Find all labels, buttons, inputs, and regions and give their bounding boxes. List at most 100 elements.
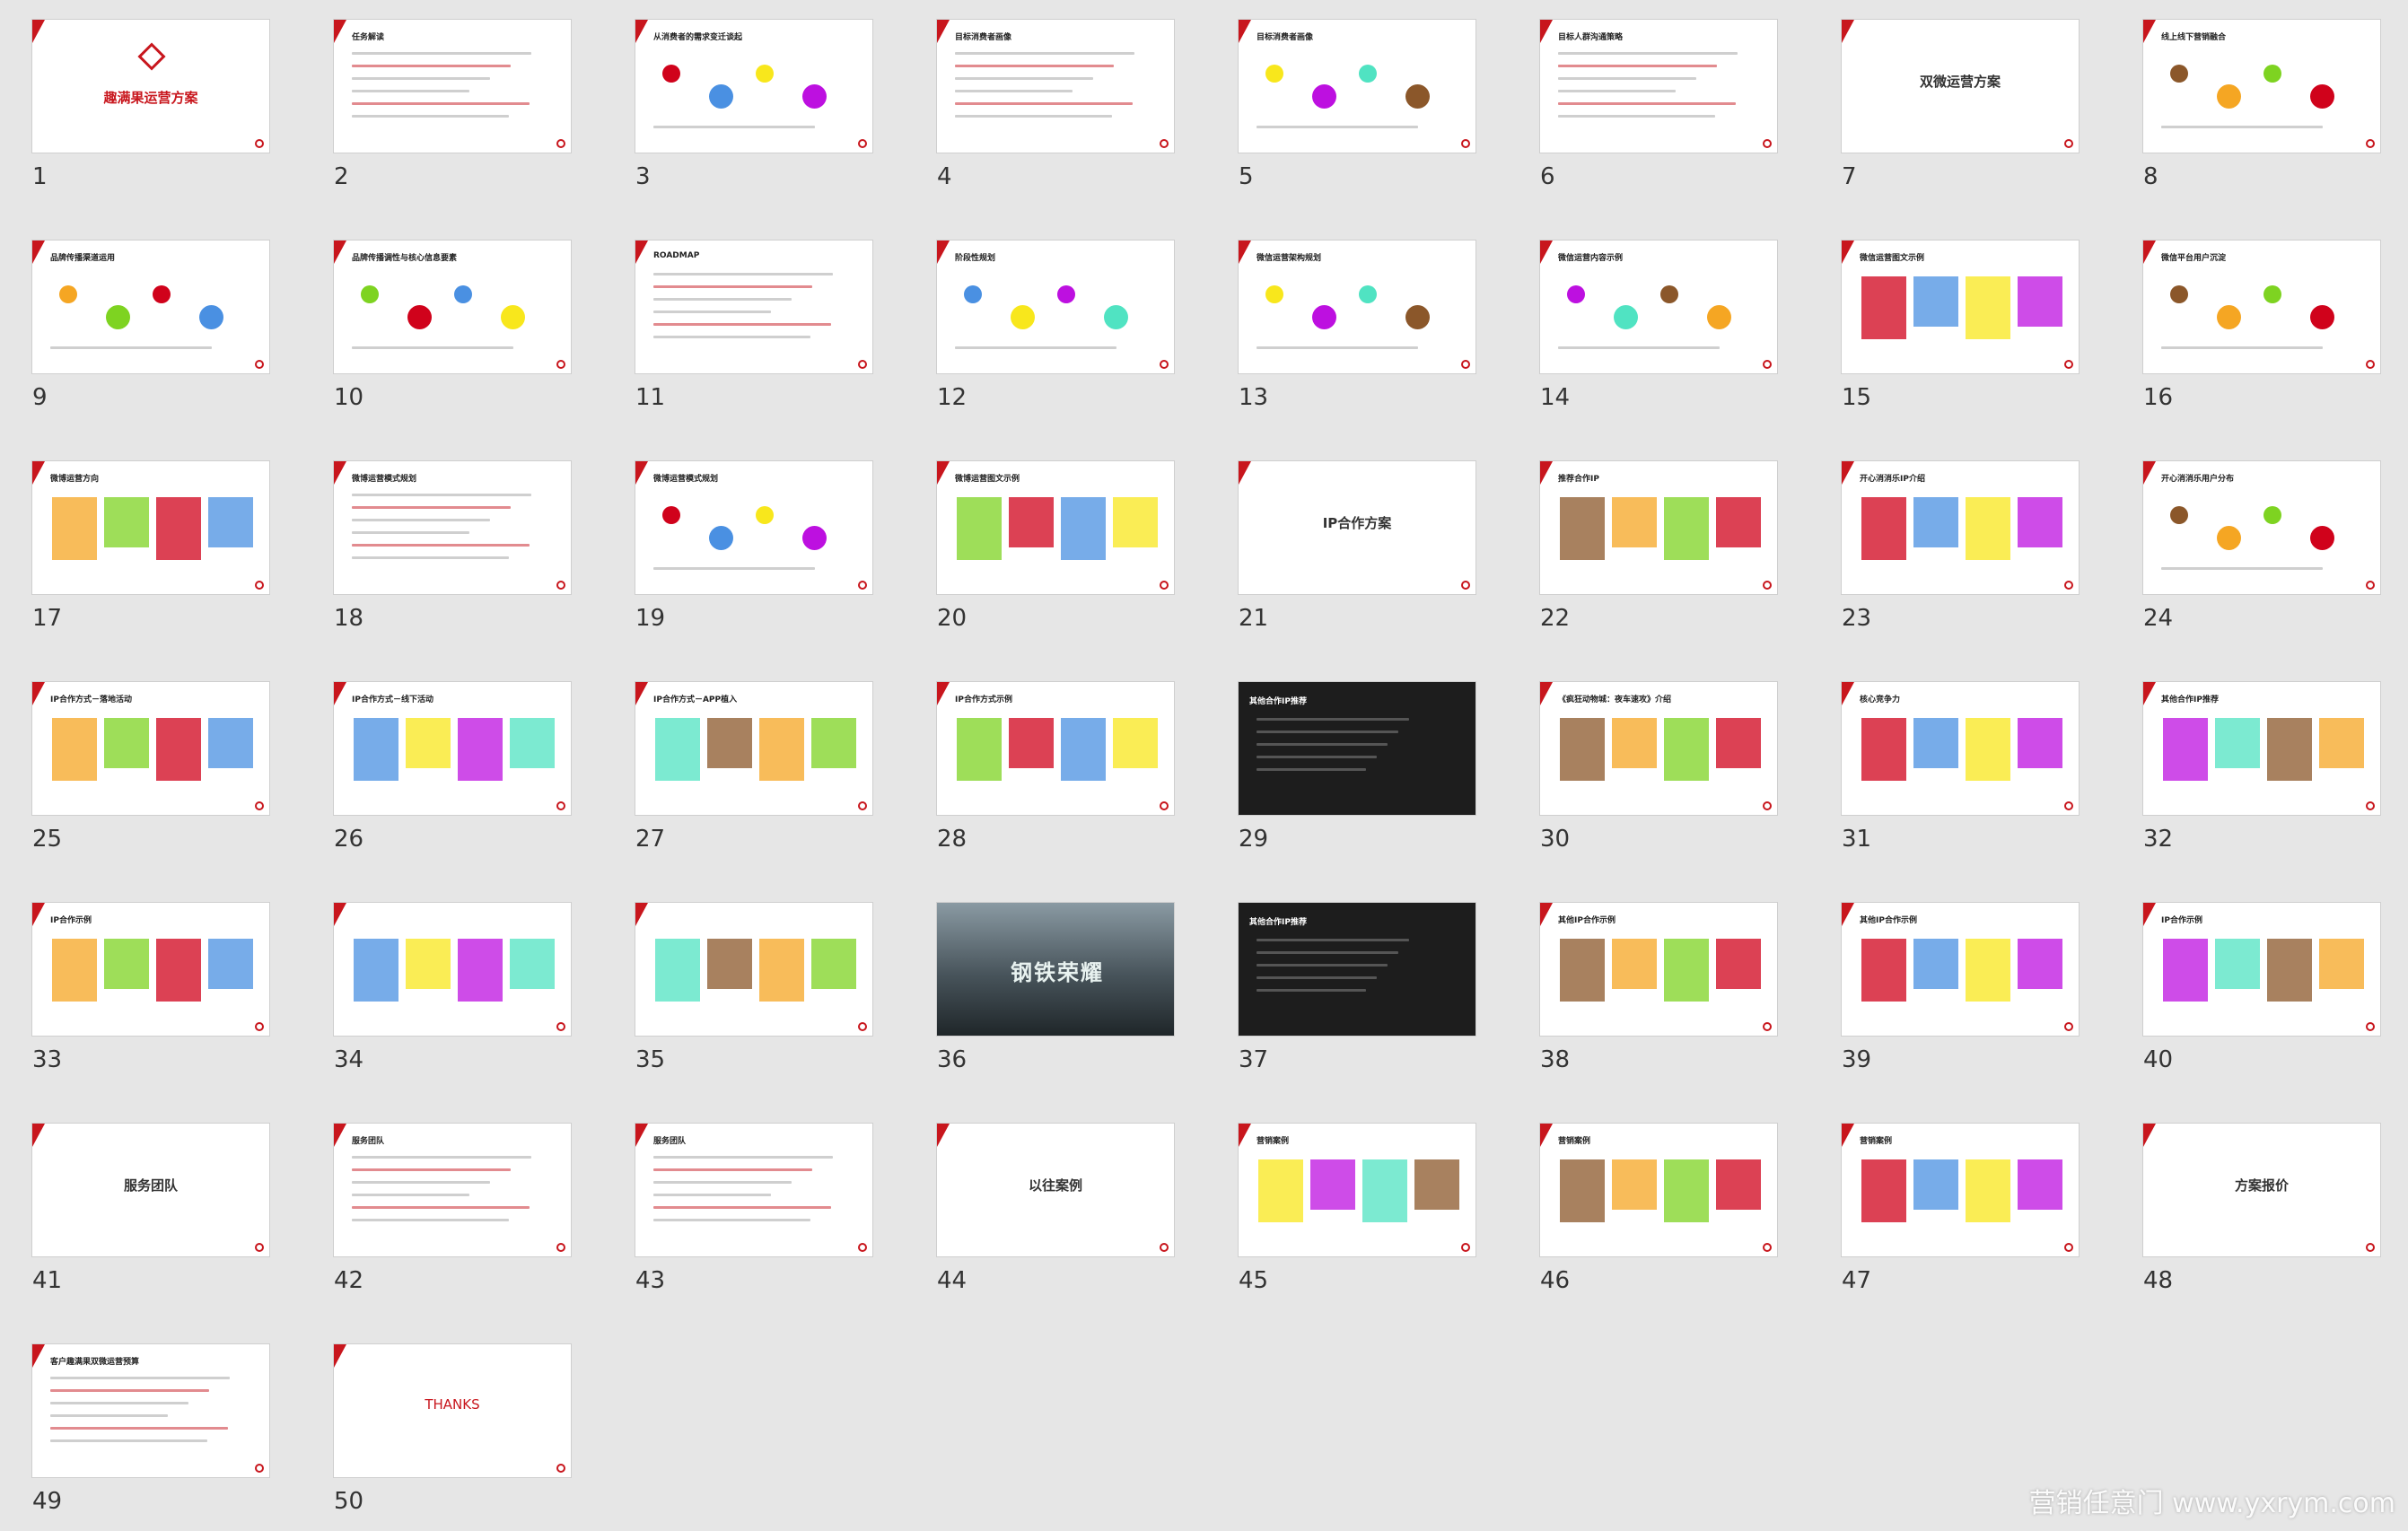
slide-thumbnail[interactable]: 任务解读 2: [302, 0, 571, 206]
slide-thumbnail[interactable]: 其他IP合作示例 39: [1809, 883, 2079, 1089]
slide-preview[interactable]: 品牌传播调性与核心信息要素: [334, 241, 571, 373]
slide-thumbnail[interactable]: IP合作示例 40: [2111, 883, 2380, 1089]
slide-thumbnail[interactable]: 服务团队 43: [603, 1104, 872, 1310]
slide-preview[interactable]: 微信运营架构规划: [1239, 241, 1475, 373]
slide-preview[interactable]: 微博运营模式规划: [635, 461, 872, 594]
slide-preview[interactable]: 服务团队: [32, 1124, 269, 1256]
slide-preview[interactable]: 目标消费者画像: [937, 20, 1174, 153]
slide-preview[interactable]: 服务团队: [334, 1124, 571, 1256]
slide-preview[interactable]: 其他IP合作示例: [1842, 903, 2079, 1036]
slide-preview[interactable]: THANKS: [334, 1344, 571, 1477]
slide-preview[interactable]: 开心消消乐IP介绍: [1842, 461, 2079, 594]
slide-thumbnail[interactable]: 服务团队 41: [0, 1104, 269, 1310]
slide-preview[interactable]: IP合作方式示例: [937, 682, 1174, 815]
slide-preview[interactable]: 其他合作IP推荐: [1239, 682, 1475, 815]
slide-thumbnail[interactable]: 其他IP合作示例 38: [1508, 883, 1777, 1089]
slide-thumbnail[interactable]: 目标人群沟通策略 6: [1508, 0, 1777, 206]
slide-thumbnail[interactable]: 客户趣满果双微运营预算 49: [0, 1325, 269, 1531]
slide-thumbnail[interactable]: 服务团队 42: [302, 1104, 571, 1310]
slide-preview[interactable]: 钢铁荣耀: [937, 903, 1174, 1036]
slide-preview[interactable]: 微信运营图文示例: [1842, 241, 2079, 373]
slide-preview[interactable]: 服务团队: [635, 1124, 872, 1256]
slide-preview[interactable]: IP合作方式－落地活动: [32, 682, 269, 815]
slide-thumbnail[interactable]: ROADMAP 11: [603, 221, 872, 427]
slide-thumbnail[interactable]: 营销案例 46: [1508, 1104, 1777, 1310]
slide-thumbnail[interactable]: 线上线下营销融合 8: [2111, 0, 2380, 206]
slide-thumbnail[interactable]: 其他合作IP推荐 37: [1206, 883, 1475, 1089]
slide-preview[interactable]: 微信平台用户沉淀: [2143, 241, 2380, 373]
slide-thumbnail[interactable]: 趣满果运营方案 1: [0, 0, 269, 206]
slide-preview[interactable]: 微博运营方向: [32, 461, 269, 594]
slide-thumbnail[interactable]: 阶段性规划 12: [905, 221, 1174, 427]
slide-thumbnail[interactable]: 双微运营方案 7: [1809, 0, 2079, 206]
slide-thumbnail[interactable]: 微信运营内容示例 14: [1508, 221, 1777, 427]
slide-thumbnail[interactable]: 35: [603, 883, 872, 1089]
slide-preview[interactable]: 微博运营图文示例: [937, 461, 1174, 594]
slide-preview[interactable]: IP合作方式－线下活动: [334, 682, 571, 815]
slide-thumbnail[interactable]: 营销案例 47: [1809, 1104, 2079, 1310]
slide-preview[interactable]: 其他合作IP推荐: [2143, 682, 2380, 815]
slide-thumbnail[interactable]: THANKS 50: [302, 1325, 571, 1531]
slide-preview[interactable]: 目标消费者画像: [1239, 20, 1475, 153]
slide-thumbnail[interactable]: IP合作方式示例 28: [905, 662, 1174, 869]
slide-preview[interactable]: 开心消消乐用户分布: [2143, 461, 2380, 594]
slide-preview[interactable]: 营销案例: [1239, 1124, 1475, 1256]
slide-preview[interactable]: 其他合作IP推荐: [1239, 903, 1475, 1036]
slide-thumbnail[interactable]: 目标消费者画像 5: [1206, 0, 1475, 206]
slide-preview[interactable]: IP合作方式－APP植入: [635, 682, 872, 815]
slide-thumbnail[interactable]: 微博运营方向 17: [0, 442, 269, 648]
slide-preview[interactable]: 线上线下营销融合: [2143, 20, 2380, 153]
slide-preview[interactable]: 微博运营模式规划: [334, 461, 571, 594]
slide-thumbnail[interactable]: 开心消消乐IP介绍 23: [1809, 442, 2079, 648]
slide-thumbnail[interactable]: 开心消消乐用户分布 24: [2111, 442, 2380, 648]
slide-preview[interactable]: ROADMAP: [635, 241, 872, 373]
slide-preview[interactable]: 核心竞争力: [1842, 682, 2079, 815]
slide-thumbnail[interactable]: 品牌传播渠道运用 9: [0, 221, 269, 427]
slide-thumbnail[interactable]: IP合作方式－线下活动 26: [302, 662, 571, 869]
slide-thumbnail[interactable]: 以往案例 44: [905, 1104, 1174, 1310]
slide-preview[interactable]: 从消费者的需求变迁谈起: [635, 20, 872, 153]
slide-thumbnail[interactable]: IP合作方案 21: [1206, 442, 1475, 648]
slide-preview[interactable]: 方案报价: [2143, 1124, 2380, 1256]
slide-preview[interactable]: 双微运营方案: [1842, 20, 2079, 153]
slide-thumbnail[interactable]: IP合作方式－APP植入 27: [603, 662, 872, 869]
slide-thumbnail[interactable]: IP合作示例 33: [0, 883, 269, 1089]
slide-thumbnail[interactable]: 微信平台用户沉淀 16: [2111, 221, 2380, 427]
slide-thumbnail[interactable]: 微博运营图文示例 20: [905, 442, 1174, 648]
slide-preview[interactable]: 《疯狂动物城：夜车速攻》介绍: [1540, 682, 1777, 815]
slide-thumbnail[interactable]: 钢铁荣耀 36: [905, 883, 1174, 1089]
slide-preview[interactable]: 目标人群沟通策略: [1540, 20, 1777, 153]
slide-preview[interactable]: IP合作示例: [32, 903, 269, 1036]
slide-thumbnail[interactable]: 微信运营图文示例 15: [1809, 221, 2079, 427]
slide-preview[interactable]: [635, 903, 872, 1036]
slide-thumbnail[interactable]: 其他合作IP推荐 32: [2111, 662, 2380, 869]
slide-preview[interactable]: 任务解读: [334, 20, 571, 153]
slide-thumbnail[interactable]: 营销案例 45: [1206, 1104, 1475, 1310]
slide-thumbnail[interactable]: 核心竞争力 31: [1809, 662, 2079, 869]
slide-thumbnail[interactable]: 其他合作IP推荐 29: [1206, 662, 1475, 869]
slide-preview[interactable]: 客户趣满果双微运营预算: [32, 1344, 269, 1477]
slide-thumbnail[interactable]: 微博运营模式规划 19: [603, 442, 872, 648]
slide-thumbnail[interactable]: 微信运营架构规划 13: [1206, 221, 1475, 427]
slide-thumbnail[interactable]: 品牌传播调性与核心信息要素 10: [302, 221, 571, 427]
slide-preview[interactable]: 营销案例: [1842, 1124, 2079, 1256]
slide-preview[interactable]: IP合作示例: [2143, 903, 2380, 1036]
slide-preview[interactable]: 阶段性规划: [937, 241, 1174, 373]
slide-preview[interactable]: IP合作方案: [1239, 461, 1475, 594]
slide-preview[interactable]: [334, 903, 571, 1036]
slide-thumbnail[interactable]: 34: [302, 883, 571, 1089]
slide-thumbnail[interactable]: 《疯狂动物城：夜车速攻》介绍 30: [1508, 662, 1777, 869]
slide-preview[interactable]: 其他IP合作示例: [1540, 903, 1777, 1036]
slide-thumbnail[interactable]: 从消费者的需求变迁谈起 3: [603, 0, 872, 206]
slide-preview[interactable]: 趣满果运营方案: [32, 20, 269, 153]
slide-preview[interactable]: 微信运营内容示例: [1540, 241, 1777, 373]
slide-preview[interactable]: 以往案例: [937, 1124, 1174, 1256]
slide-thumbnail[interactable]: 方案报价 48: [2111, 1104, 2380, 1310]
slide-thumbnail[interactable]: 目标消费者画像 4: [905, 0, 1174, 206]
slide-thumbnail[interactable]: IP合作方式－落地活动 25: [0, 662, 269, 869]
slide-thumbnail[interactable]: 推荐合作IP 22: [1508, 442, 1777, 648]
slide-thumbnail[interactable]: 微博运营模式规划 18: [302, 442, 571, 648]
slide-preview[interactable]: 营销案例: [1540, 1124, 1777, 1256]
slide-preview[interactable]: 推荐合作IP: [1540, 461, 1777, 594]
slide-preview[interactable]: 品牌传播渠道运用: [32, 241, 269, 373]
